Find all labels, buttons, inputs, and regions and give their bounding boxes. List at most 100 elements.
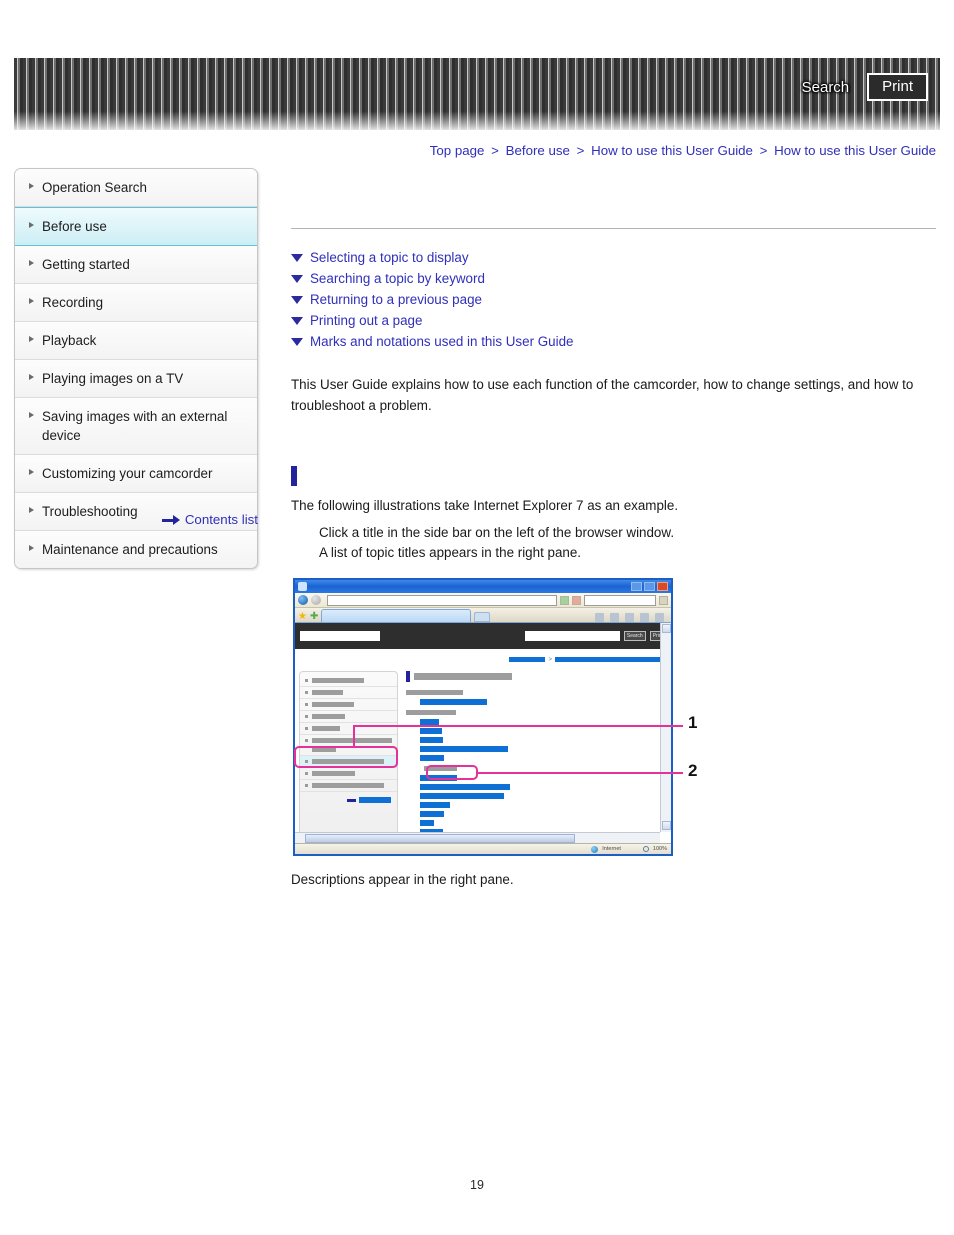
chevron-right-icon [29, 298, 34, 305]
mock-topic-link[interactable] [420, 793, 504, 799]
mock-topic-link[interactable] [420, 811, 444, 817]
bullet-icon [305, 739, 308, 742]
sidebar-item-recording[interactable]: Recording [15, 284, 257, 323]
mock-group-label [406, 690, 463, 695]
browser-search-input[interactable] [584, 594, 656, 606]
chevron-right-icon [29, 222, 34, 229]
triangle-down-icon [291, 316, 303, 325]
print-button[interactable]: Print [867, 73, 928, 101]
mock-breadcrumb-item[interactable] [509, 657, 546, 662]
browser-illustration: ★ ✚ Search Print > Internet 100% 1 2 [293, 578, 697, 856]
command-bar [595, 613, 668, 622]
topic-link-selecting-a-topic-to-display[interactable]: Selecting a topic to display [291, 250, 936, 265]
mock-topic-link[interactable] [420, 755, 444, 761]
mock-sidebar-item[interactable] [300, 735, 397, 756]
mock-breadcrumb-item[interactable] [555, 657, 663, 662]
sidebar-item-maintenance-and-precautions[interactable]: Maintenance and precautions [15, 531, 257, 569]
url-input[interactable] [327, 594, 557, 606]
horizontal-scrollbar[interactable] [295, 832, 660, 843]
new-tab-icon[interactable] [474, 612, 491, 622]
mock-topic-link[interactable] [420, 737, 443, 743]
mock-topic-link[interactable] [420, 746, 508, 752]
mock-sidebar-item-selected[interactable] [300, 756, 397, 768]
home-icon[interactable] [595, 613, 604, 622]
stop-icon[interactable] [572, 595, 581, 605]
breadcrumb-separator: > [576, 143, 585, 158]
search-icon[interactable] [659, 595, 668, 605]
section-marker-bar [291, 465, 297, 486]
topic-link-searching-a-topic-by-keyword[interactable]: Searching a topic by keyword [291, 271, 936, 286]
print-icon[interactable] [625, 613, 634, 622]
maximize-icon[interactable] [644, 582, 655, 591]
sidebar-item-label: Before use [42, 219, 107, 235]
zoom-icon[interactable] [642, 846, 649, 852]
status-zoom-level: 100% [652, 846, 667, 852]
search-button[interactable]: Search [802, 79, 850, 96]
mock-contents-list-link[interactable] [300, 792, 397, 803]
sidebar-item-before-use[interactable]: Before use [15, 207, 257, 247]
mock-sidebar-item[interactable] [300, 768, 397, 780]
triangle-down-icon [291, 337, 303, 346]
mock-topic-link[interactable] [420, 728, 442, 734]
close-icon[interactable] [657, 582, 668, 591]
sidebar-item-playing-images-on-a-tv[interactable]: Playing images on a TV [15, 360, 257, 399]
breadcrumb-item-how-to-use-this-user-guide[interactable]: How to use this User Guide [591, 143, 753, 158]
feeds-icon[interactable] [610, 613, 619, 622]
topic-link-printing-out-a-page[interactable]: Printing out a page [291, 313, 936, 328]
chevron-right-icon [29, 412, 34, 419]
sidebar-item-label: Playback [42, 333, 97, 349]
mock-group-label [424, 766, 457, 771]
mock-sidebar-item[interactable] [300, 711, 397, 723]
mock-label-bar [312, 702, 354, 707]
breadcrumb-separator: > [491, 143, 499, 158]
sidebar-item-operation-search[interactable]: Operation Search [15, 169, 257, 208]
mock-page-body [295, 665, 671, 832]
sidebar-item-customizing-your-camcorder[interactable]: Customizing your camcorder [15, 455, 257, 494]
sidebar-item-saving-images-external-device[interactable]: Saving images with an external device [15, 398, 257, 456]
mock-topic-link[interactable] [420, 699, 487, 705]
browser-tab[interactable] [321, 609, 472, 622]
scroll-up-icon[interactable] [662, 624, 671, 633]
scroll-down-icon[interactable] [662, 821, 671, 830]
mock-label-bar [312, 690, 343, 695]
breadcrumb-item-current[interactable]: How to use this User Guide [774, 143, 936, 158]
chevron-right-icon [29, 336, 34, 343]
mock-sidebar-item[interactable] [300, 675, 397, 687]
sidebar-item-label: Saving images with an external device [42, 409, 228, 444]
add-favorite-icon[interactable]: ✚ [310, 612, 318, 622]
forward-icon[interactable] [311, 595, 321, 605]
mock-search-button[interactable]: Search [623, 631, 646, 641]
refresh-icon[interactable] [560, 595, 569, 605]
chevron-right-icon [29, 545, 34, 552]
mock-sidebar-item[interactable] [300, 699, 397, 711]
contents-list-link[interactable]: Contents list [14, 512, 258, 527]
sidebar-item-playback[interactable]: Playback [15, 322, 257, 361]
breadcrumb-item-top-page[interactable]: Top page [430, 143, 485, 158]
sidebar-item-getting-started[interactable]: Getting started [15, 246, 257, 285]
mock-topic-link[interactable] [420, 784, 510, 790]
mock-topic-link[interactable] [420, 820, 434, 826]
tools-icon[interactable] [655, 613, 664, 622]
topic-link-returning-to-a-previous-page[interactable]: Returning to a previous page [291, 292, 936, 307]
arrow-right-icon [347, 798, 356, 802]
scrollbar-thumb[interactable] [305, 833, 576, 843]
sidebar-navigation: Operation Search Before use Getting star… [14, 168, 258, 570]
mock-topic-link-highlighted[interactable] [420, 775, 457, 781]
minimize-icon[interactable] [631, 582, 642, 591]
mock-topic-link[interactable] [420, 802, 450, 808]
step-line-secondary: A list of topic titles appears in the ri… [319, 545, 582, 561]
breadcrumb-item-before-use[interactable]: Before use [506, 143, 570, 158]
triangle-down-icon [291, 253, 303, 262]
mock-search-input[interactable] [524, 631, 620, 641]
mock-main-content [406, 671, 671, 832]
vertical-scrollbar[interactable] [660, 623, 671, 832]
mock-sidebar-item[interactable] [300, 687, 397, 699]
page-menu-icon[interactable] [640, 613, 649, 622]
mock-link-bar [359, 797, 391, 803]
mock-heading-bar [414, 673, 512, 680]
mock-sidebar-item[interactable] [300, 780, 397, 792]
back-icon[interactable] [298, 595, 308, 605]
favorites-star-icon[interactable]: ★ [298, 612, 307, 622]
mock-browser-tab-bar: ★ ✚ [295, 608, 671, 623]
topic-link-marks-and-notations[interactable]: Marks and notations used in this User Gu… [291, 334, 936, 349]
